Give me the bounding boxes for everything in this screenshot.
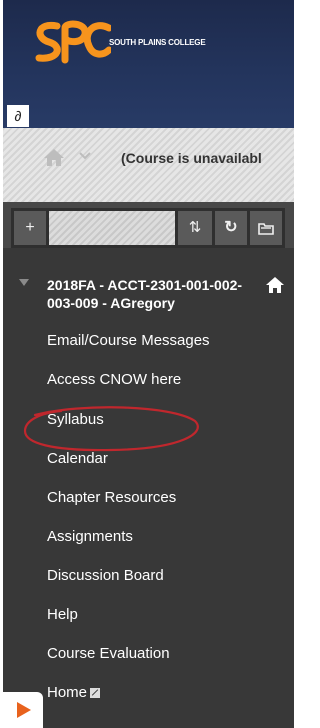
menu-item-course-evaluation[interactable]: Course Evaluation: [47, 645, 170, 662]
home-icon[interactable]: [43, 147, 65, 167]
breadcrumb: (Course is unavailabl: [3, 128, 294, 202]
manage-folders-button[interactable]: [250, 211, 282, 245]
course-menu-list: 2018FA - ACCT-2301-001-002-003-009 - AGr…: [3, 248, 294, 728]
folder-icon: [258, 223, 274, 235]
play-icon: [17, 702, 31, 718]
course-title[interactable]: 2018FA - ACCT-2301-001-002-003-009 - AGr…: [47, 276, 257, 312]
chevron-down-icon[interactable]: [79, 151, 91, 161]
external-link-icon: [90, 688, 101, 698]
menu-item-access-cnow[interactable]: Access CNOW here: [47, 371, 181, 388]
menu-item-email[interactable]: Email/Course Messages: [47, 332, 210, 349]
menu-toolbar: + ⇅ ↻: [11, 208, 285, 248]
reorder-button[interactable]: ⇅: [178, 211, 212, 245]
link-icon[interactable]: ∂: [7, 105, 29, 127]
menu-item-home-label: Home: [47, 684, 88, 701]
course-status: (Course is unavailabl: [121, 150, 262, 166]
add-menu-item-button[interactable]: +: [14, 211, 46, 245]
collapse-triangle-icon[interactable]: [19, 279, 29, 287]
course-menu-panel: + ⇅ ↻ 2018FA - ACCT-2301-001-002-003-009…: [3, 202, 294, 728]
menu-item-assignments[interactable]: Assignments: [47, 528, 133, 545]
course-home-icon[interactable]: [265, 276, 285, 294]
college-logo[interactable]: [31, 16, 111, 68]
red-circle-annotation: [23, 406, 199, 452]
menu-item-home[interactable]: Home: [47, 684, 101, 701]
header-banner: SOUTH PLAINS COLLEGE ∂: [3, 0, 294, 128]
menu-item-chapter-resources[interactable]: Chapter Resources: [47, 489, 176, 506]
app-frame: SOUTH PLAINS COLLEGE ∂ (Course is unavai…: [3, 0, 294, 728]
menu-item-help[interactable]: Help: [47, 606, 78, 623]
menu-item-discussion-board[interactable]: Discussion Board: [47, 567, 164, 584]
menu-search-field[interactable]: [49, 211, 175, 245]
college-name: SOUTH PLAINS COLLEGE: [109, 38, 206, 47]
refresh-button[interactable]: ↻: [215, 211, 247, 245]
play-button[interactable]: [3, 692, 43, 728]
